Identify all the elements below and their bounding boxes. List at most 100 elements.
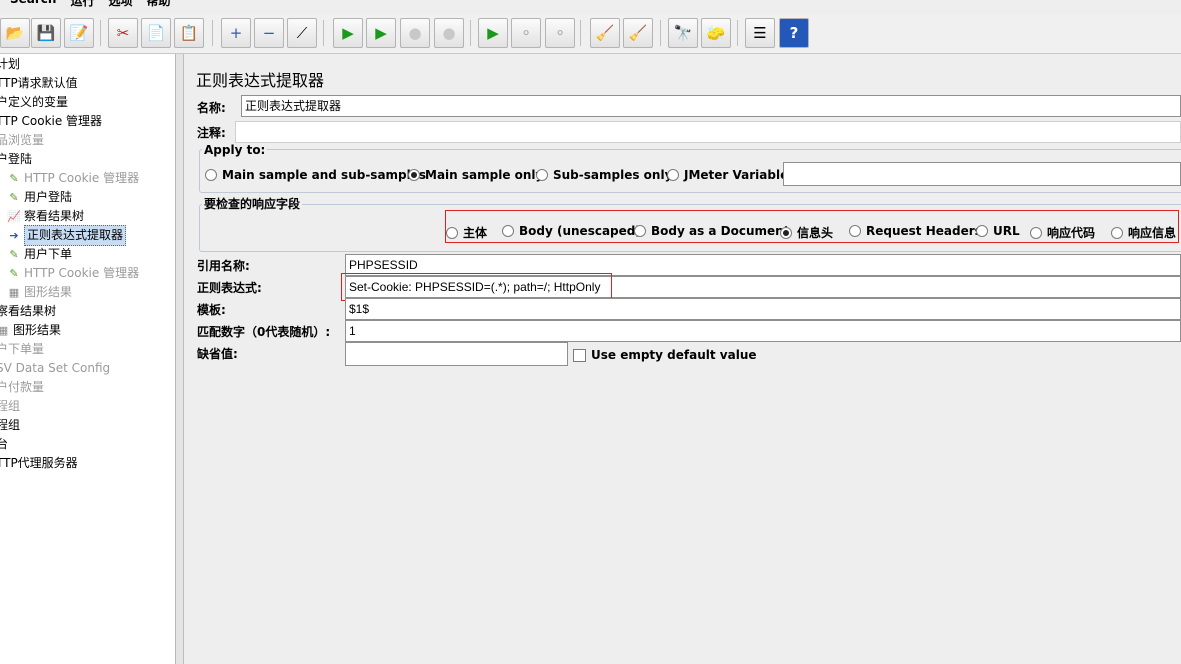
search-icon: 🔭 — [673, 24, 693, 42]
paste-button[interactable]: 📋 — [174, 18, 204, 48]
tree-item-label: 户付款量 — [0, 380, 45, 394]
radio-sub-only-label: Sub-samples only — [553, 168, 673, 182]
expand-button[interactable]: + — [221, 18, 251, 48]
cut-icon: ✂ — [116, 24, 130, 42]
tree-item[interactable]: ▦图形结果 — [0, 283, 72, 302]
start-no-pause-button[interactable]: ▶ — [366, 18, 396, 48]
tree-item[interactable]: 程组 — [0, 416, 20, 435]
tree-item-label: 户定义的变量 — [0, 95, 69, 109]
use-empty-default-checkbox[interactable]: Use empty default value — [573, 348, 757, 362]
help-button[interactable]: ? — [779, 18, 809, 48]
tree-item-label: TTP请求默认值 — [0, 76, 78, 90]
shutdown-icon: ● — [442, 24, 456, 42]
tree-item[interactable]: 户下单量 — [0, 340, 44, 359]
template-input[interactable]: $1$ — [345, 298, 1181, 320]
tree-item[interactable]: ▦图形结果 — [0, 321, 61, 340]
stop-button[interactable]: ● — [400, 18, 430, 48]
toolbar-separator — [737, 20, 738, 46]
save-button[interactable]: 💾 — [31, 18, 61, 48]
tree-item[interactable]: 程组 — [0, 397, 20, 416]
reset-search-button[interactable]: 🧽 — [701, 18, 731, 48]
shutdown-button[interactable]: ● — [434, 18, 464, 48]
tree-item[interactable]: ➔ 正则表达式提取器 — [0, 225, 127, 246]
toggle-button[interactable]: ⟋ — [287, 18, 317, 48]
toolbar-separator — [100, 20, 101, 46]
tree-item[interactable]: 户定义的变量 — [0, 93, 68, 112]
use-empty-default-box[interactable] — [573, 348, 586, 362]
start-button[interactable]: ▶ — [333, 18, 363, 48]
remote-start-icon: ▶ — [487, 24, 499, 42]
radio-main-and-sub[interactable]: Main sample and sub-samples — [205, 168, 426, 182]
template-label: 模板: — [197, 303, 226, 317]
radio-jmeter-variable-circle[interactable] — [667, 169, 679, 181]
split-divider[interactable] — [176, 54, 184, 664]
tree-item[interactable]: 台 — [0, 435, 8, 454]
tree-item-label: 用户下单 — [24, 247, 73, 261]
tree-item[interactable]: 📈 察看结果树 — [0, 207, 84, 226]
clear-all-icon: 🧹 — [628, 24, 648, 42]
tree-item[interactable]: ✎ HTTP Cookie 管理器 — [0, 264, 139, 283]
radio-main-only-circle[interactable] — [408, 169, 420, 181]
menu-options[interactable]: 选项 — [108, 0, 132, 8]
comment-label: 注释: — [197, 126, 226, 140]
comment-input[interactable] — [235, 121, 1181, 143]
menu-search[interactable]: Search — [10, 0, 56, 8]
tree-item[interactable]: 察看结果树 — [0, 302, 56, 321]
tree-item[interactable]: SV Data Set Config — [0, 359, 110, 378]
field-to-check-title: 要检查的响应字段 — [202, 195, 303, 212]
match-no-input[interactable]: 1 — [345, 320, 1181, 342]
tree-item[interactable]: ✎ 用户登陆 — [0, 188, 72, 207]
paste-icon: 📋 — [179, 24, 199, 42]
tree-item-label: HTTP Cookie 管理器 — [24, 266, 140, 280]
sampler-icon: ✎ — [9, 191, 19, 204]
remote-stop-icon: ⚬ — [519, 24, 533, 42]
tree-item[interactable]: ✎ HTTP Cookie 管理器 — [0, 169, 139, 188]
clear-all-button[interactable]: 🧹 — [623, 18, 653, 48]
search-button[interactable]: 🔭 — [668, 18, 698, 48]
menu-run[interactable]: 运行 — [70, 0, 94, 8]
tree-item[interactable]: TTP Cookie 管理器 — [0, 112, 102, 131]
radio-main-only[interactable]: Main sample only — [408, 168, 543, 182]
radio-main-only-label: Main sample only — [425, 168, 544, 182]
copy-button[interactable]: 📄 — [141, 18, 171, 48]
open-button[interactable]: 📂 — [0, 18, 30, 48]
remote-shutdown-button[interactable]: ⚬ — [545, 18, 575, 48]
sampler-icon: ✎ — [9, 248, 19, 261]
tree-item-label: TTP代理服务器 — [0, 456, 78, 470]
radio-sub-only-circle[interactable] — [536, 169, 548, 181]
function-helper-button[interactable]: ☰ — [745, 18, 775, 48]
radio-main-and-sub-circle[interactable] — [205, 169, 217, 181]
clear-button[interactable]: 🧹 — [590, 18, 620, 48]
remote-start-button[interactable]: ▶ — [478, 18, 508, 48]
name-input[interactable]: 正则表达式提取器 — [241, 95, 1181, 117]
collapse-button[interactable]: − — [254, 18, 284, 48]
listener-icon: 📈 — [7, 210, 21, 223]
tree-item[interactable]: TTP请求默认值 — [0, 74, 78, 93]
jmeter-window: Search 运行 选项 帮助 📂 💾 📝 ✂ 📄 📋 + − ⟋ ▶ ▶ ● ● ▶ ⚬ ⚬ 🧹 🧹 🔭 🧽 ☰? 计… — [0, 0, 1181, 664]
page-title: 正则表达式提取器 — [196, 71, 325, 90]
sampler-icon: ✎ — [9, 267, 19, 280]
tree-item[interactable]: TTP代理服务器 — [0, 454, 78, 473]
jmeter-variable-input[interactable] — [783, 162, 1181, 186]
name-label: 名称: — [197, 101, 226, 115]
tree-item-label: 户下单量 — [0, 342, 45, 356]
toolbar: 📂 💾 📝 ✂ 📄 📋 + − ⟋ ▶ ▶ ● ● ▶ ⚬ ⚬ 🧹 🧹 🔭 🧽 ☰? — [0, 14, 1181, 54]
menu-help[interactable]: 帮助 — [146, 0, 170, 8]
tree-item[interactable]: 户付款量 — [0, 378, 44, 397]
save-icon: 💾 — [36, 24, 56, 42]
test-plan-tree[interactable]: 计划 TTP请求默认值户定义的变量 TTP Cookie 管理器品浏览量户登陆 ✎ HT… — [0, 54, 176, 664]
cut-button[interactable]: ✂ — [108, 18, 138, 48]
copy-icon: 📄 — [146, 24, 166, 42]
use-empty-default-label: Use empty default value — [591, 348, 757, 362]
tree-item[interactable]: ✎ 用户下单 — [0, 245, 72, 264]
radio-sub-only[interactable]: Sub-samples only — [536, 168, 672, 182]
default-value-input[interactable] — [345, 342, 568, 366]
edit-button[interactable]: 📝 — [64, 18, 94, 48]
tree-item-label: 察看结果树 — [0, 304, 57, 318]
tree-item[interactable]: 户登陆 — [0, 150, 32, 169]
menubar: Search 运行 选项 帮助 — [0, 0, 1181, 8]
radio-jmeter-variable[interactable]: JMeter Variable — [667, 168, 788, 182]
tree-item[interactable]: 品浏览量 — [0, 131, 44, 150]
remote-stop-button[interactable]: ⚬ — [511, 18, 541, 48]
tree-item[interactable]: 计划 — [0, 55, 20, 74]
